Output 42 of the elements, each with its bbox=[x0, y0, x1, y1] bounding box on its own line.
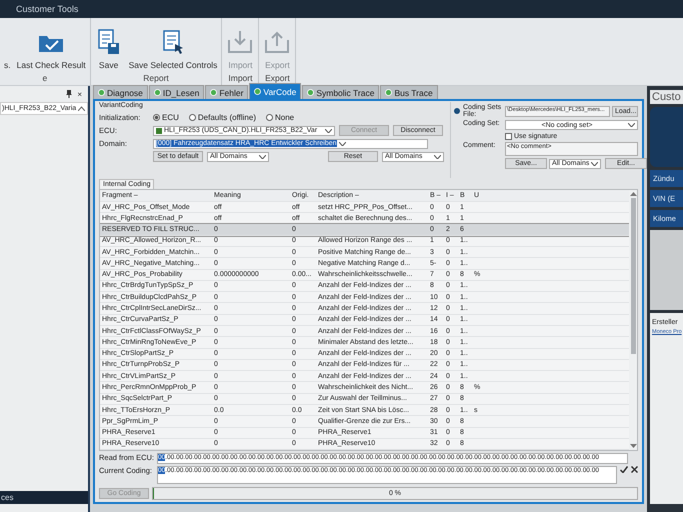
ribbon-button[interactable]: Save bbox=[94, 28, 124, 70]
tab[interactable]: Symbolic Trace bbox=[302, 85, 380, 99]
tab[interactable]: VarCode bbox=[249, 83, 302, 99]
panel-title: Custo bbox=[650, 90, 683, 104]
scroll-up-icon bbox=[630, 192, 636, 196]
import-icon bbox=[226, 28, 254, 56]
chevron-down-icon bbox=[259, 154, 266, 158]
tab[interactable]: Fehler bbox=[205, 85, 248, 99]
chevron-down-icon bbox=[434, 154, 441, 158]
close-button[interactable]: × bbox=[77, 90, 82, 98]
status-dot-icon bbox=[98, 89, 105, 96]
status-dot-icon bbox=[385, 89, 392, 96]
chevron-down-icon bbox=[628, 123, 635, 127]
menu-item[interactable]: Customer Tools bbox=[16, 4, 78, 14]
radio-option[interactable]: None bbox=[266, 113, 294, 122]
ribbon-button[interactable]: Last Check Result bbox=[16, 28, 87, 70]
status-dot-icon bbox=[254, 88, 262, 95]
group-label: Report bbox=[142, 72, 170, 85]
status-dot-icon bbox=[307, 89, 314, 96]
ribbon-button[interactable]: s. bbox=[3, 60, 12, 70]
ecu-icon bbox=[156, 128, 162, 134]
radio-option[interactable]: ECU bbox=[153, 113, 179, 122]
pin-icon bbox=[66, 90, 72, 98]
radio-option[interactable]: Defaults (offline) bbox=[188, 113, 256, 122]
collapse-icon bbox=[78, 106, 85, 111]
status-dot-icon bbox=[154, 89, 161, 96]
group-label: Import bbox=[227, 72, 254, 85]
group-label: Export bbox=[264, 72, 291, 85]
tab[interactable]: ID_Lesen bbox=[148, 85, 204, 99]
chevron-down-icon bbox=[325, 128, 332, 132]
check-icon bbox=[620, 466, 628, 473]
ribbon-button[interactable]: Save Selected Controls bbox=[128, 28, 218, 70]
chevron-down-icon bbox=[591, 162, 598, 166]
group-label: e bbox=[41, 72, 48, 85]
info-icon bbox=[454, 108, 460, 114]
panel-footer: ces bbox=[0, 491, 88, 504]
tab[interactable]: Diagnose bbox=[93, 85, 148, 99]
chevron-down-icon bbox=[338, 142, 346, 146]
status-dot-icon bbox=[210, 89, 218, 96]
scroll-down-icon bbox=[630, 444, 636, 448]
tab[interactable]: Bus Trace bbox=[380, 85, 438, 99]
close-icon bbox=[631, 466, 638, 473]
